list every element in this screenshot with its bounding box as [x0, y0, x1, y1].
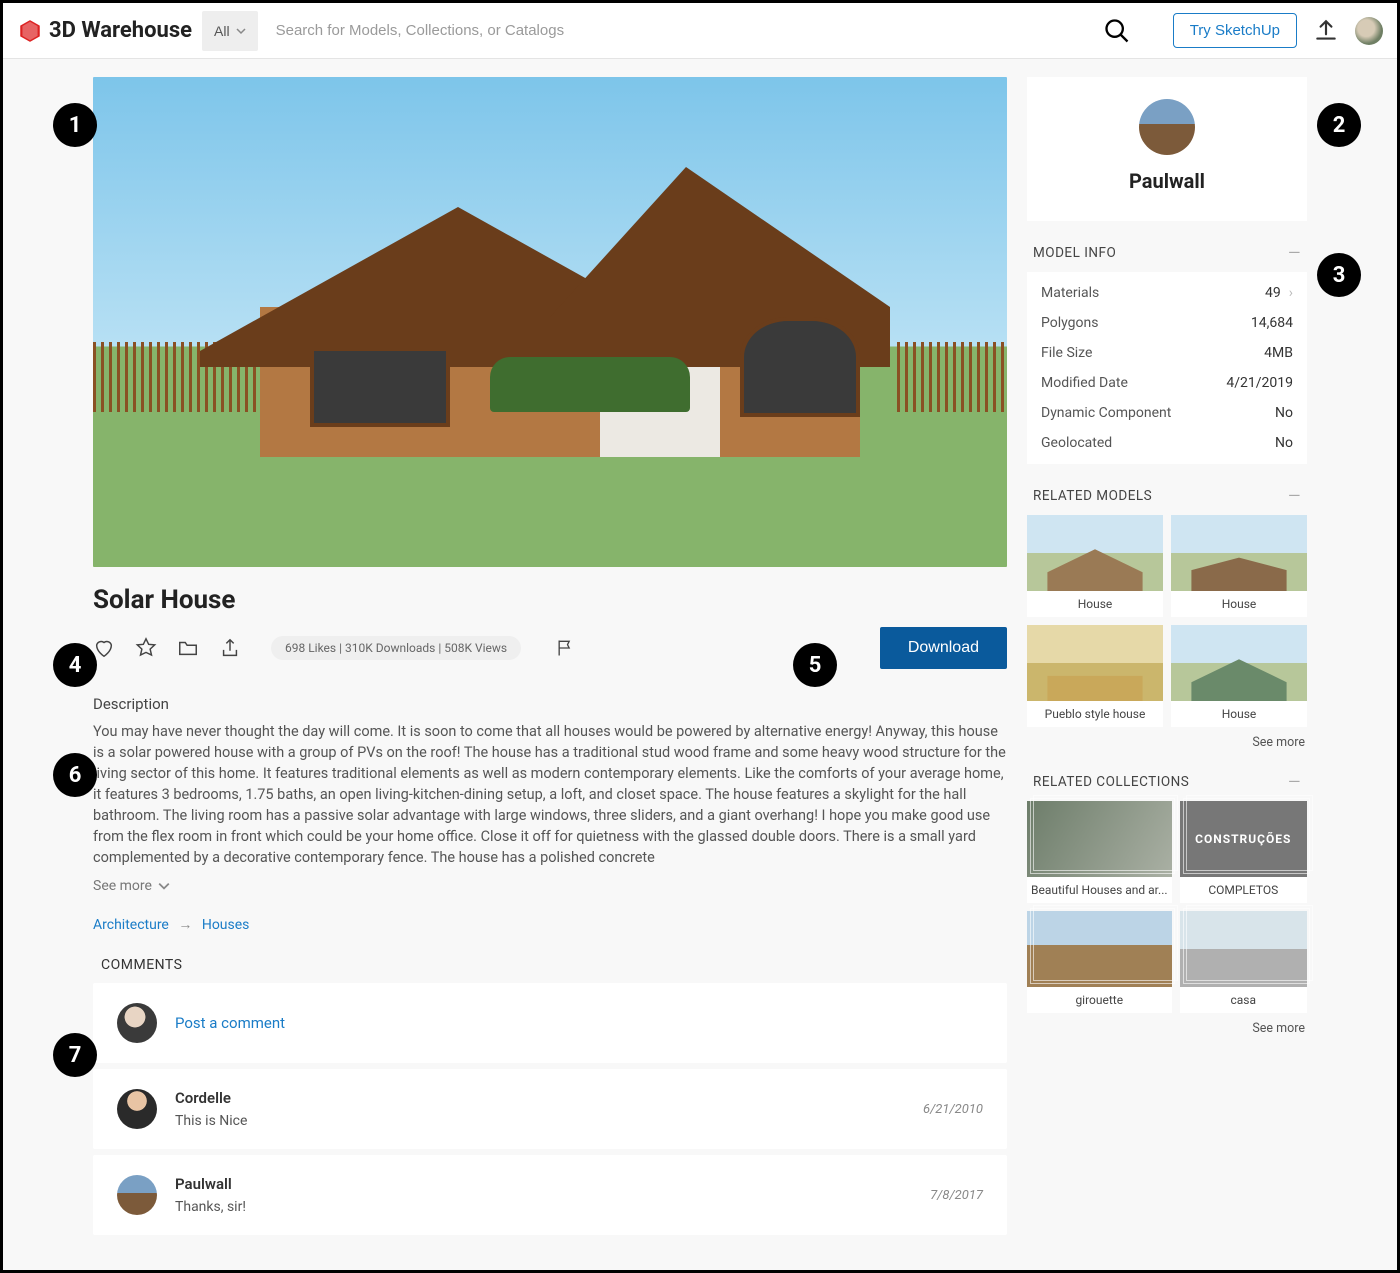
author-avatar	[1139, 99, 1195, 155]
see-more-label: See more	[93, 878, 152, 894]
callout-badge-5: 5	[793, 643, 837, 687]
info-row-materials[interactable]: Materials 49 ›	[1041, 278, 1293, 308]
folder-icon[interactable]	[177, 637, 199, 659]
model-hero-image	[93, 77, 1007, 567]
thumb-label: Pueblo style house	[1027, 701, 1163, 727]
thumb-label: COMPLETOS	[1180, 877, 1307, 903]
breadcrumb: Architecture → Houses	[93, 916, 1007, 933]
chevron-down-icon	[236, 26, 246, 36]
callout-badge-7: 7	[53, 1033, 97, 1077]
model-info-panel: Materials 49 › Polygons 14,684 File Size 4M…	[1027, 272, 1307, 464]
info-row-geolocated: Geolocated No	[1041, 428, 1293, 458]
callout-badge-1: 1	[53, 103, 97, 147]
related-collection-item[interactable]: girouette	[1027, 911, 1172, 1013]
related-collections-see-more[interactable]: See more	[1027, 1013, 1307, 1036]
info-label: Dynamic Component	[1041, 405, 1171, 421]
model-info-header: MODEL INFO	[1033, 245, 1116, 261]
search-icon[interactable]	[1103, 17, 1131, 45]
comments-header: COMMENTS	[101, 957, 1007, 973]
search-input[interactable]	[268, 11, 1093, 51]
related-models-header: RELATED MODELS	[1033, 488, 1152, 504]
thumb-label: House	[1171, 701, 1307, 727]
thumb-label: girouette	[1027, 987, 1172, 1013]
comment-date: 7/8/2017	[930, 1188, 983, 1203]
upload-icon[interactable]	[1313, 18, 1339, 44]
thumb-label: casa	[1180, 987, 1307, 1013]
comment-text: Thanks, sir!	[175, 1199, 912, 1215]
description-text: You may have never thought the day will …	[93, 721, 1007, 868]
chevron-right-icon: ›	[1289, 285, 1293, 301]
info-label: Modified Date	[1041, 375, 1128, 391]
site-header: 3D Warehouse All Try SketchUp	[3, 3, 1397, 59]
collapse-icon[interactable]: —	[1288, 486, 1301, 505]
model-stats: 698 Likes | 310K Downloads | 508K Views	[271, 636, 521, 660]
related-model-item[interactable]: House	[1171, 625, 1307, 727]
related-model-item[interactable]: House	[1171, 515, 1307, 617]
collapse-icon[interactable]: —	[1288, 243, 1301, 262]
info-label: Geolocated	[1041, 435, 1112, 451]
callout-badge-3: 3	[1317, 253, 1361, 297]
breadcrumb-child[interactable]: Houses	[202, 917, 250, 933]
info-value: 14,684	[1251, 315, 1293, 331]
related-collection-item[interactable]: Beautiful Houses and ar...	[1027, 801, 1172, 903]
callout-badge-6: 6	[53, 753, 97, 797]
comment-author: Paulwall	[175, 1175, 912, 1193]
info-row-dynamic: Dynamic Component No	[1041, 398, 1293, 428]
related-collection-item[interactable]: casa	[1180, 911, 1307, 1013]
info-label: Materials	[1041, 285, 1099, 301]
download-button[interactable]: Download	[880, 627, 1007, 669]
comment-item: Cordelle This is Nice 6/21/2010	[93, 1069, 1007, 1149]
related-collections-header: RELATED COLLECTIONS	[1033, 774, 1189, 790]
thumb-label: House	[1171, 591, 1307, 617]
thumb-label: Beautiful Houses and ar...	[1027, 877, 1172, 903]
warehouse-logo-icon	[17, 18, 43, 44]
info-row-modified: Modified Date 4/21/2019	[1041, 368, 1293, 398]
current-user-avatar	[117, 1003, 157, 1043]
site-name: 3D Warehouse	[49, 18, 192, 43]
like-icon[interactable]	[93, 637, 115, 659]
comment-text: This is Nice	[175, 1113, 905, 1129]
chevron-down-icon	[158, 880, 170, 892]
callout-badge-4: 4	[53, 643, 97, 687]
breadcrumb-root[interactable]: Architecture	[93, 917, 169, 933]
thumb-label: House	[1027, 591, 1163, 617]
user-avatar[interactable]	[1355, 17, 1383, 45]
comment-item: Paulwall Thanks, sir! 7/8/2017	[93, 1155, 1007, 1235]
info-value: No	[1275, 435, 1293, 451]
info-value: 4/21/2019	[1226, 375, 1293, 391]
site-logo[interactable]: 3D Warehouse	[17, 18, 192, 44]
post-comment-link[interactable]: Post a comment	[175, 1014, 285, 1032]
info-value: 49	[1265, 285, 1281, 301]
info-row-filesize: File Size 4MB	[1041, 338, 1293, 368]
commenter-avatar	[117, 1175, 157, 1215]
related-model-item[interactable]: House	[1027, 515, 1163, 617]
description-label: Description	[93, 695, 1007, 713]
callout-badge-2: 2	[1317, 103, 1361, 147]
see-more-toggle[interactable]: See more	[93, 878, 170, 894]
author-name: Paulwall	[1027, 169, 1307, 193]
collection-overlay-label: CONSTRUÇÕES	[1180, 801, 1307, 877]
comment-author: Cordelle	[175, 1089, 905, 1107]
commenter-avatar	[117, 1089, 157, 1129]
author-card[interactable]: Paulwall	[1027, 77, 1307, 221]
info-value: No	[1275, 405, 1293, 421]
favorite-icon[interactable]	[135, 637, 157, 659]
info-value: 4MB	[1264, 345, 1293, 361]
post-comment-box: Post a comment	[93, 983, 1007, 1063]
search-filter-all[interactable]: All	[202, 11, 258, 51]
share-icon[interactable]	[219, 637, 241, 659]
collapse-icon[interactable]: —	[1288, 772, 1301, 791]
arrow-right-icon: →	[178, 917, 192, 933]
model-title: Solar House	[93, 585, 1007, 615]
related-model-item[interactable]: Pueblo style house	[1027, 625, 1163, 727]
info-label: File Size	[1041, 345, 1092, 361]
try-sketchup-button[interactable]: Try SketchUp	[1173, 13, 1297, 48]
info-label: Polygons	[1041, 315, 1098, 331]
related-models-see-more[interactable]: See more	[1027, 727, 1307, 750]
flag-icon[interactable]	[555, 638, 575, 658]
comment-date: 6/21/2010	[923, 1102, 983, 1117]
related-collection-item[interactable]: CONSTRUÇÕESCOMPLETOS	[1180, 801, 1307, 903]
info-row-polygons: Polygons 14,684	[1041, 308, 1293, 338]
filter-label: All	[214, 23, 230, 39]
